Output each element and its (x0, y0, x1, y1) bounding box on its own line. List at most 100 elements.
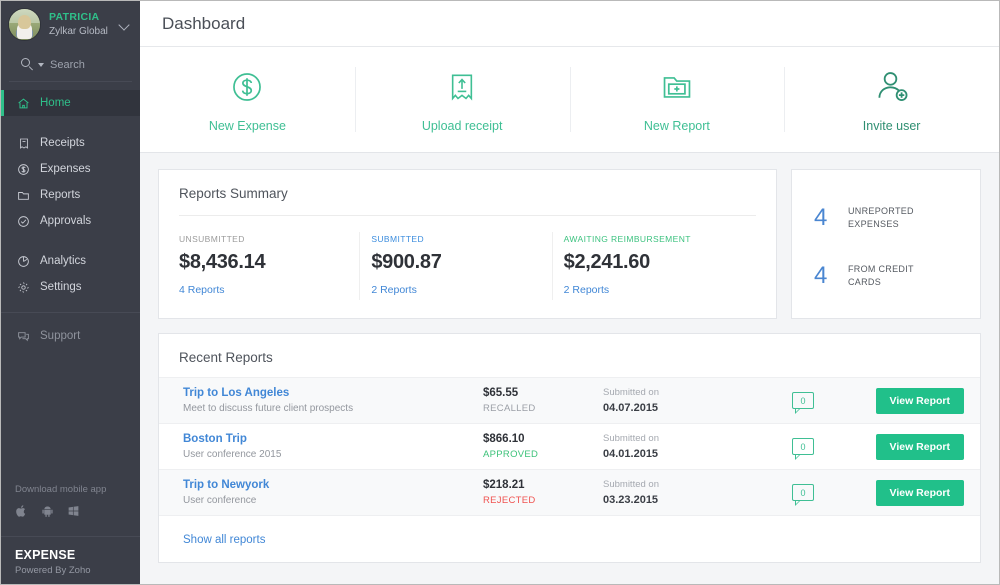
upload-receipt-action[interactable]: Upload receipt (355, 47, 570, 152)
report-date: 03.23.2015 (603, 494, 743, 506)
windows-icon[interactable] (67, 504, 80, 518)
profile-name: PATRICIA (49, 12, 119, 24)
report-action-cell: View Report (863, 434, 964, 460)
stat-label-line2: EXPENSES (848, 218, 914, 231)
avatar (8, 8, 41, 41)
new-expense-action[interactable]: New Expense (140, 47, 355, 152)
sidebar-item-approvals[interactable]: Approvals (1, 208, 140, 234)
main-area: Dashboard New Expense (140, 1, 999, 584)
new-report-action[interactable]: New Report (570, 47, 785, 152)
show-all-reports-link[interactable]: Show all reports (183, 534, 265, 546)
table-row[interactable]: Boston Trip User conference 2015 $866.10… (159, 423, 980, 469)
recent-reports-card: Recent Reports Trip to Los Angeles Meet … (158, 333, 981, 563)
sidebar-item-home[interactable]: Home (1, 90, 140, 116)
report-name-cell: Trip to Los Angeles Meet to discuss futu… (183, 387, 483, 414)
report-name-link[interactable]: Trip to Newyork (183, 479, 483, 491)
comment-bubble-icon[interactable]: 0 (792, 392, 814, 409)
pie-chart-icon (16, 255, 31, 268)
report-amount-cell: $65.55 RECALLED (483, 387, 603, 414)
gear-icon (16, 281, 31, 294)
recent-reports-title: Recent Reports (159, 334, 980, 377)
sidebar-item-settings[interactable]: Settings (1, 274, 140, 300)
sidebar-item-label: Receipts (40, 137, 85, 149)
summary-reports-link[interactable]: 2 Reports (371, 284, 553, 296)
stat-from-credit-cards[interactable]: 4 FROM CREDIT CARDS (814, 254, 980, 298)
comment-count: 0 (800, 396, 805, 406)
sidebar-item-expenses[interactable]: Expenses (1, 156, 140, 182)
chevron-down-icon[interactable] (119, 19, 131, 31)
stat-label: FROM CREDIT CARDS (848, 263, 914, 289)
report-date-label: Submitted on (603, 433, 743, 444)
dashboard-content: Reports Summary UNSUBMITTED $8,436.14 4 … (140, 153, 999, 584)
dollar-circle-icon (230, 66, 264, 108)
table-row[interactable]: Trip to Newyork User conference $218.21 … (159, 469, 980, 515)
summary-caption: SUBMITTED (371, 234, 553, 244)
view-report-button[interactable]: View Report (876, 388, 965, 414)
brand-title: EXPENSE (15, 548, 140, 562)
check-circle-icon (16, 215, 31, 228)
report-comments-cell: 0 (743, 484, 863, 501)
sidebar-item-receipts[interactable]: Receipts (1, 130, 140, 156)
report-name-link[interactable]: Trip to Los Angeles (183, 387, 483, 399)
comment-bubble-icon[interactable]: 0 (792, 484, 814, 501)
stat-label-line2: CARDS (848, 276, 914, 289)
quick-actions-bar: New Expense Upload receipt (140, 47, 999, 153)
sidebar-nav: Home Receipts Expenses (1, 90, 140, 349)
sidebar-divider (1, 312, 140, 313)
sidebar-item-label: Approvals (40, 215, 91, 227)
report-name-link[interactable]: Boston Trip (183, 433, 483, 445)
status-badge: RECALLED (483, 403, 603, 414)
summary-caption: AWAITING REIMBURSEMENT (564, 234, 746, 244)
sidebar-item-support[interactable]: Support (1, 323, 140, 349)
sidebar: PATRICIA Zylkar Global Home (1, 1, 140, 584)
android-icon[interactable] (41, 504, 54, 518)
app-window: PATRICIA Zylkar Global Home (0, 0, 1000, 585)
top-bar: Dashboard (140, 1, 999, 47)
summary-title: Reports Summary (179, 186, 756, 201)
summary-caption: UNSUBMITTED (179, 234, 361, 244)
chat-icon (16, 330, 31, 343)
report-comments-cell: 0 (743, 392, 863, 409)
report-description: Meet to discuss future client prospects (183, 403, 483, 414)
report-amount: $218.21 (483, 479, 603, 491)
stat-unreported-expenses[interactable]: 4 UNREPORTED EXPENSES (814, 196, 980, 240)
search-icon (21, 58, 34, 71)
action-label: New Report (644, 119, 710, 133)
report-date-cell: Submitted on 03.23.2015 (603, 479, 743, 506)
summary-reports-link[interactable]: 4 Reports (179, 284, 361, 296)
report-amount: $866.10 (483, 433, 603, 445)
sidebar-item-analytics[interactable]: Analytics (1, 248, 140, 274)
receipt-upload-icon (446, 66, 478, 108)
summary-columns: UNSUBMITTED $8,436.14 4 Reports SUBMITTE… (179, 234, 756, 296)
report-action-cell: View Report (863, 388, 964, 414)
summary-reports-link[interactable]: 2 Reports (564, 284, 746, 296)
profile-header[interactable]: PATRICIA Zylkar Global (1, 1, 140, 48)
search-bar[interactable] (9, 48, 132, 82)
invite-user-action[interactable]: Invite user (784, 47, 999, 152)
folder-plus-icon (660, 66, 694, 108)
action-label: Upload receipt (422, 119, 503, 133)
profile-text: PATRICIA Zylkar Global (49, 12, 119, 38)
folder-icon (16, 189, 31, 202)
sidebar-item-reports[interactable]: Reports (1, 182, 140, 208)
view-report-button[interactable]: View Report (876, 480, 965, 506)
report-date-cell: Submitted on 04.07.2015 (603, 387, 743, 414)
search-input[interactable] (50, 59, 120, 71)
table-row[interactable]: Trip to Los Angeles Meet to discuss futu… (159, 377, 980, 423)
comment-count: 0 (800, 442, 805, 452)
view-report-button[interactable]: View Report (876, 434, 965, 460)
summary-row: Reports Summary UNSUBMITTED $8,436.14 4 … (158, 169, 981, 319)
user-plus-icon (874, 66, 910, 108)
report-description: User conference 2015 (183, 449, 483, 460)
report-date-cell: Submitted on 04.01.2015 (603, 433, 743, 460)
comment-bubble-icon[interactable]: 0 (792, 438, 814, 455)
dollar-circle-icon (16, 163, 31, 176)
summary-column-submitted: SUBMITTED $900.87 2 Reports (371, 234, 563, 296)
apple-icon[interactable] (15, 504, 28, 518)
status-badge: APPROVED (483, 449, 603, 460)
report-date: 04.01.2015 (603, 448, 743, 460)
stat-label-line1: FROM CREDIT (848, 263, 914, 276)
caret-down-icon[interactable] (38, 63, 44, 67)
reports-summary-card: Reports Summary UNSUBMITTED $8,436.14 4 … (158, 169, 777, 319)
home-icon (16, 97, 31, 110)
